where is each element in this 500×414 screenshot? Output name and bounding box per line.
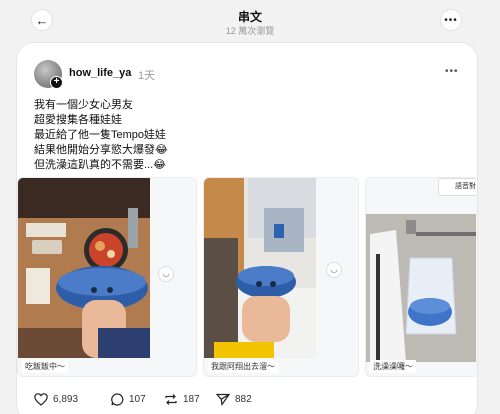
comment-count: 107: [129, 393, 146, 405]
comment-icon: [111, 392, 124, 406]
video-indicator-icon: ◡: [326, 262, 342, 278]
share-count: 882: [235, 393, 252, 405]
restaurant-photo: [18, 178, 150, 358]
media-carousel[interactable]: ◡ 吃飯飯中～ ◡ 我跟阿翔出去溜～ 語音對 洗澡澡囉～: [17, 177, 477, 377]
media-caption: 洗澡澡囉～: [370, 360, 416, 373]
post-card: + how_life_ya 1天 ••• 我有一個少女心男友 超愛搜集各種娃娃 …: [16, 42, 478, 414]
media-caption: 我跟阿翔出去溜～: [208, 360, 278, 373]
repost-button[interactable]: 187: [164, 389, 200, 409]
outing-photo: [204, 178, 316, 358]
post-text-line: 但洗澡這趴真的不需要...😂: [34, 159, 167, 171]
more-icon: •••: [444, 14, 458, 26]
post-text: 我有一個少女心男友 超愛搜集各種娃娃 最近給了他一隻Tempo娃娃 結果他開始分…: [34, 98, 168, 173]
post-time: 1天: [138, 70, 156, 82]
page-title: 串文: [237, 10, 262, 24]
post-text-line: 結果他開始分享慾大爆發😂: [34, 144, 168, 156]
heart-icon: [34, 392, 48, 406]
post-text-line: 我有一個少女心男友: [34, 99, 133, 111]
media-item-restaurant[interactable]: ◡ 吃飯飯中～: [17, 177, 197, 377]
action-bar: 6,893 107 187 882: [34, 389, 474, 409]
repost-count: 187: [183, 393, 200, 405]
top-bar: ← 串文 12 萬次瀏覽 •••: [0, 0, 500, 40]
voice-call-label: 語音對: [438, 178, 477, 196]
follow-plus-icon[interactable]: +: [50, 76, 63, 89]
bathroom-photo: [366, 214, 476, 362]
comment-button[interactable]: 107: [111, 389, 146, 409]
post-text-line: 超愛搜集各種娃娃: [34, 114, 122, 126]
media-item-bathroom[interactable]: ✆ 語音對 洗澡澡囉～: [365, 177, 477, 377]
video-indicator-icon: ◡: [158, 266, 174, 282]
send-icon: [216, 393, 230, 406]
username[interactable]: how_life_ya: [69, 67, 131, 79]
like-count: 6,893: [53, 393, 79, 405]
repost-icon: [165, 393, 177, 405]
media-item-outing[interactable]: ◡ 我跟阿翔出去溜～: [203, 177, 359, 377]
media-caption: 吃飯飯中～: [22, 360, 68, 373]
post-text-line: 最近給了他一隻Tempo娃娃: [34, 129, 167, 141]
view-count: 12 萬次瀏覽: [225, 26, 275, 36]
share-button[interactable]: 882: [216, 389, 252, 409]
more-options-button[interactable]: •••: [440, 9, 462, 31]
post-more-icon[interactable]: •••: [445, 66, 459, 77]
like-button[interactable]: 6,893: [34, 389, 78, 409]
